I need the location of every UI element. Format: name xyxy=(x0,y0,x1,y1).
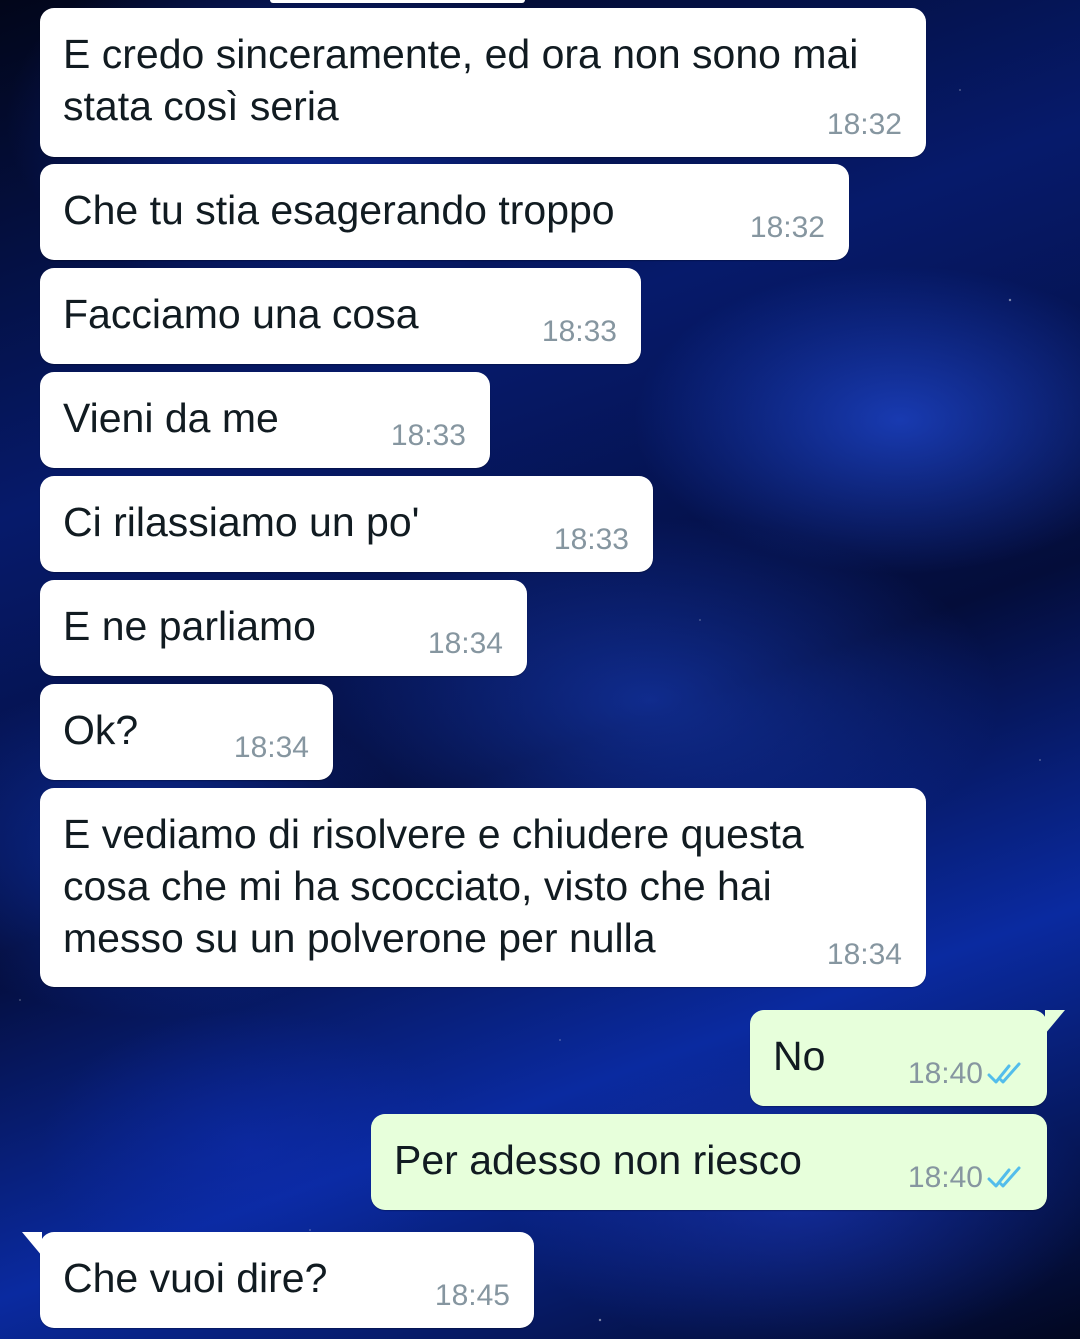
bubble-tail xyxy=(22,1232,42,1256)
double-check-read-icon xyxy=(987,1166,1021,1188)
message-time: 18:32 xyxy=(749,211,825,244)
message-time: 18:45 xyxy=(434,1279,510,1312)
message-time: 18:32 xyxy=(826,108,902,141)
message-time: 18:33 xyxy=(553,523,629,556)
message-bubble-incoming[interactable]: Facciamo una cosa 18:33 xyxy=(40,268,641,364)
message-time: 18:34 xyxy=(233,731,309,764)
message-bubble-incoming[interactable]: E vediamo di risolvere e chiudere questa… xyxy=(40,788,926,987)
message-time: 18:33 xyxy=(541,315,617,348)
message-time: 18:34 xyxy=(427,627,503,660)
message-bubble-outgoing[interactable]: No 18:40 xyxy=(750,1010,1065,1106)
message-bubble-incoming[interactable]: Che vuoi dire? 18:45 xyxy=(22,1232,534,1328)
message-text: E credo sinceramente, ed ora non sono ma… xyxy=(63,31,859,129)
message-bubble-incoming[interactable]: Vieni da me 18:33 xyxy=(40,372,490,468)
message-text: No xyxy=(773,1033,826,1079)
previous-message-edge xyxy=(270,0,525,3)
message-text: Ci rilassiamo un po' xyxy=(63,499,420,545)
message-time: 18:40 xyxy=(907,1057,983,1090)
bubble-tail xyxy=(1045,1010,1065,1034)
message-bubble-incoming[interactable]: E credo sinceramente, ed ora non sono ma… xyxy=(40,8,926,157)
message-bubble-incoming[interactable]: Ok? 18:34 xyxy=(40,684,333,780)
message-bubble-outgoing[interactable]: Per adesso non riesco 18:40 xyxy=(371,1114,1047,1210)
message-time: 18:40 xyxy=(907,1161,983,1194)
message-text: E vediamo di risolvere e chiudere questa… xyxy=(63,811,804,961)
message-time: 18:34 xyxy=(826,938,902,971)
message-bubble-incoming[interactable]: Ci rilassiamo un po' 18:33 xyxy=(40,476,653,572)
double-check-read-icon xyxy=(987,1062,1021,1084)
message-bubble-incoming[interactable]: E ne parliamo 18:34 xyxy=(40,580,527,676)
message-bubble-incoming[interactable]: Che tu stia esagerando troppo 18:32 xyxy=(40,164,849,260)
message-text: Che tu stia esagerando troppo xyxy=(63,187,615,233)
message-text: Facciamo una cosa xyxy=(63,291,419,337)
message-time: 18:33 xyxy=(390,419,466,452)
